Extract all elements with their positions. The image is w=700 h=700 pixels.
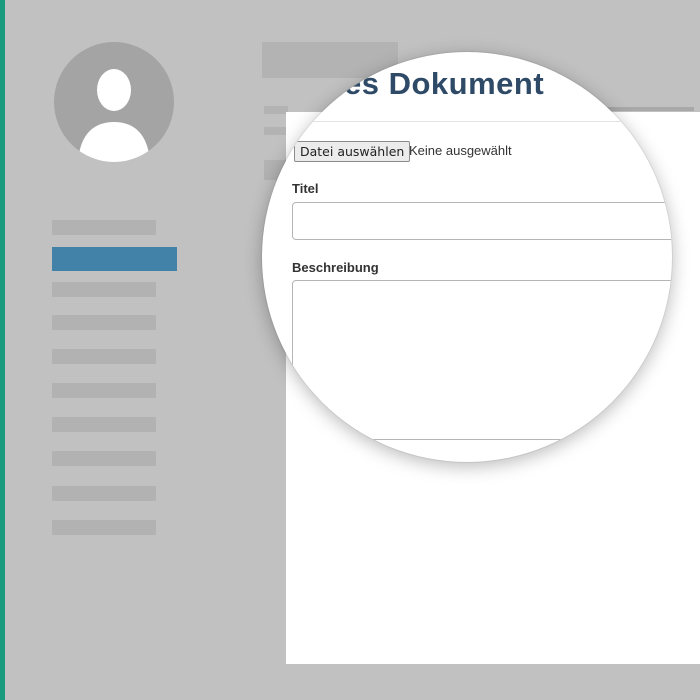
breadcrumb-placeholder bbox=[264, 106, 288, 114]
sidebar-item[interactable] bbox=[52, 451, 156, 466]
accent-bar bbox=[0, 0, 5, 700]
user-silhouette-icon bbox=[78, 69, 150, 162]
magnifier-lens: es Dokument Datei auswählen Keine ausgew… bbox=[262, 52, 672, 462]
sidebar-item[interactable] bbox=[52, 282, 156, 297]
sidebar-item[interactable] bbox=[52, 520, 156, 535]
avatar bbox=[54, 42, 174, 162]
description-label: Beschreibung bbox=[292, 260, 379, 275]
title-input[interactable] bbox=[292, 202, 672, 240]
sidebar-item-active[interactable] bbox=[52, 247, 177, 271]
title-label: Titel bbox=[292, 181, 319, 196]
sidebar-item[interactable] bbox=[52, 315, 156, 330]
sidebar-item[interactable] bbox=[52, 383, 156, 398]
breadcrumb-placeholder bbox=[264, 127, 288, 135]
sidebar-item[interactable] bbox=[52, 220, 156, 235]
file-status-text: Keine ausgewählt bbox=[409, 143, 512, 158]
sidebar-item[interactable] bbox=[52, 417, 156, 432]
sidebar-item[interactable] bbox=[52, 486, 156, 501]
form-title: es Dokument bbox=[344, 66, 545, 101]
description-textarea[interactable] bbox=[292, 280, 672, 440]
choose-file-button[interactable]: Datei auswählen bbox=[294, 141, 411, 162]
sidebar-item[interactable] bbox=[52, 349, 156, 364]
title-divider bbox=[262, 121, 672, 122]
